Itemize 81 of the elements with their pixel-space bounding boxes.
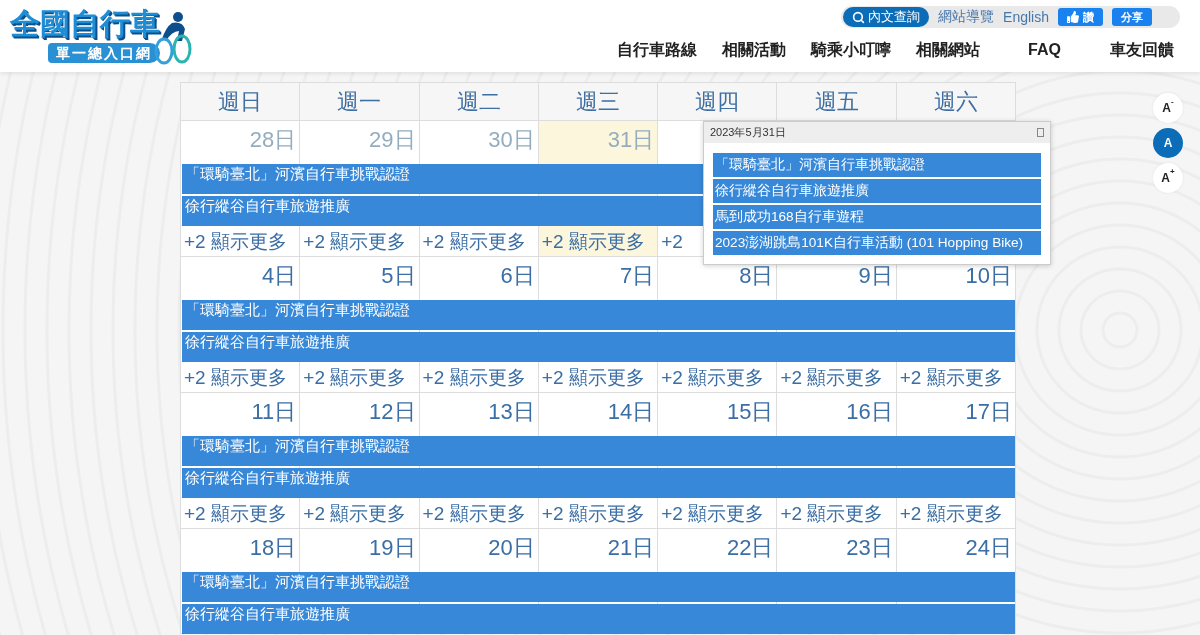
weekday-header: 週二 <box>419 83 539 121</box>
more-events-link[interactable]: +2 顯示更多 <box>658 364 768 391</box>
day-number: 15日 <box>725 398 775 426</box>
more-events-link[interactable]: +2 顯示更多 <box>300 364 410 391</box>
more-events-link[interactable]: +2 <box>658 228 686 255</box>
font-size-button[interactable]: A$^{-}$ <box>1153 93 1183 123</box>
square-icon[interactable] <box>1037 128 1044 137</box>
day-number: 6日 <box>499 262 536 290</box>
more-events-link[interactable]: +2 顯示更多 <box>181 500 290 527</box>
more-events-link[interactable]: +2 顯示更多 <box>419 228 529 255</box>
day-number: 22日 <box>725 534 775 562</box>
more-events-link[interactable]: +2 顯示更多 <box>777 500 887 527</box>
day-number: 31日 <box>606 126 656 154</box>
day-number: 11日 <box>250 398 298 426</box>
day-number: 28日 <box>248 126 298 154</box>
top-link[interactable]: 網站導覽 <box>938 8 995 26</box>
event-bar[interactable]: 徐行縱谷自行車旅遊推廣 <box>182 604 1015 634</box>
day-number: 12日 <box>368 398 417 426</box>
more-events-link[interactable]: +2 顯示更多 <box>777 364 887 391</box>
more-events-link[interactable]: +2 顯示更多 <box>896 364 1006 391</box>
nav-link[interactable]: FAQ <box>996 38 1093 62</box>
event-bar[interactable]: 「環騎臺北」河濱自行車挑戰認證 <box>713 153 1041 177</box>
day-number: 29日 <box>368 126 417 154</box>
logo-title[interactable]: 全國自行車 <box>10 7 160 41</box>
more-events-link[interactable]: +2 顯示更多 <box>419 500 529 527</box>
more-events-link[interactable]: +2 顯示更多 <box>181 228 290 255</box>
day-number: 4日 <box>261 262 298 290</box>
nav-link[interactable]: 自行車路線 <box>608 38 705 62</box>
event-bar[interactable]: 2023澎湖跳島101K自行車活動 (101 Hopping Bike) <box>713 231 1041 255</box>
font-size-button[interactable]: A$^{+}$ <box>1153 163 1183 193</box>
event-bar[interactable]: 「環騎臺北」河濱自行車挑戰認證 <box>182 572 1015 602</box>
more-events-link[interactable]: +2 顯示更多 <box>419 364 529 391</box>
day-number: 9日 <box>857 262 894 290</box>
more-events-link[interactable]: +2 顯示更多 <box>181 364 290 391</box>
day-number: 5日 <box>380 262 417 290</box>
event-bar[interactable]: 「環騎臺北」河濱自行車挑戰認證 <box>182 300 1015 330</box>
day-number: 17日 <box>964 398 1013 426</box>
event-bar[interactable]: 「環騎臺北」河濱自行車挑戰認證 <box>182 436 1015 466</box>
day-number: 7日 <box>618 262 656 290</box>
weekday-header: 週三 <box>538 83 659 121</box>
weekday-header: 週四 <box>658 83 778 121</box>
day-number: 24日 <box>964 534 1013 562</box>
weekday-header: 週六 <box>896 83 1016 121</box>
like-button[interactable]: 讚 <box>1058 8 1103 26</box>
day-number: 16日 <box>845 398 894 426</box>
day-number: 21日 <box>606 534 656 562</box>
nav-link[interactable]: 騎乘小叮嚀 <box>802 38 899 62</box>
day-number: 19日 <box>368 534 417 562</box>
more-events-link[interactable]: +2 顯示更多 <box>300 228 410 255</box>
event-bar[interactable]: 徐行縱谷自行車旅遊推廣 <box>713 179 1041 203</box>
search-button[interactable]: 內文查詢 <box>843 7 930 27</box>
event-bar[interactable]: 徐行縱谷自行車旅遊推廣 <box>182 332 1015 362</box>
more-events-link[interactable]: +2 顯示更多 <box>538 364 648 391</box>
popover-title: 2023年5月31日 <box>710 125 786 140</box>
day-number: 18日 <box>248 534 298 562</box>
day-number: 10日 <box>964 262 1013 290</box>
day-number: 20日 <box>487 534 536 562</box>
thumbs-up-icon <box>1067 11 1079 23</box>
weekday-header: 週五 <box>777 83 897 121</box>
weekday-header: 週日 <box>181 83 301 121</box>
event-bar[interactable]: 馬到成功168自行車遊程 <box>713 205 1041 229</box>
search-icon <box>852 10 866 24</box>
nav-link[interactable]: 相關網站 <box>899 38 996 62</box>
font-size-button[interactable]: A <box>1153 128 1183 158</box>
more-events-link[interactable]: +2 顯示更多 <box>300 500 410 527</box>
more-events-link[interactable]: +2 顯示更多 <box>538 500 648 527</box>
day-number: 23日 <box>845 534 894 562</box>
day-number: 30日 <box>487 126 536 154</box>
more-events-link[interactable]: +2 顯示更多 <box>538 228 648 255</box>
more-events-link[interactable]: +2 顯示更多 <box>896 500 1006 527</box>
share-button[interactable]: 分享 <box>1112 8 1152 26</box>
more-events-link[interactable]: +2 顯示更多 <box>658 500 768 527</box>
nav-link[interactable]: 車友回饋 <box>1093 38 1190 62</box>
day-number: 14日 <box>606 398 656 426</box>
day-number: 13日 <box>487 398 536 426</box>
weekday-header: 週一 <box>300 83 420 121</box>
top-link[interactable]: English <box>1003 9 1049 25</box>
event-bar[interactable]: 徐行縱谷自行車旅遊推廣 <box>182 468 1015 498</box>
day-number: 8日 <box>738 262 775 290</box>
nav-link[interactable]: 相關活動 <box>705 38 802 62</box>
logo-subtitle: 單一總入口網 <box>48 43 160 63</box>
